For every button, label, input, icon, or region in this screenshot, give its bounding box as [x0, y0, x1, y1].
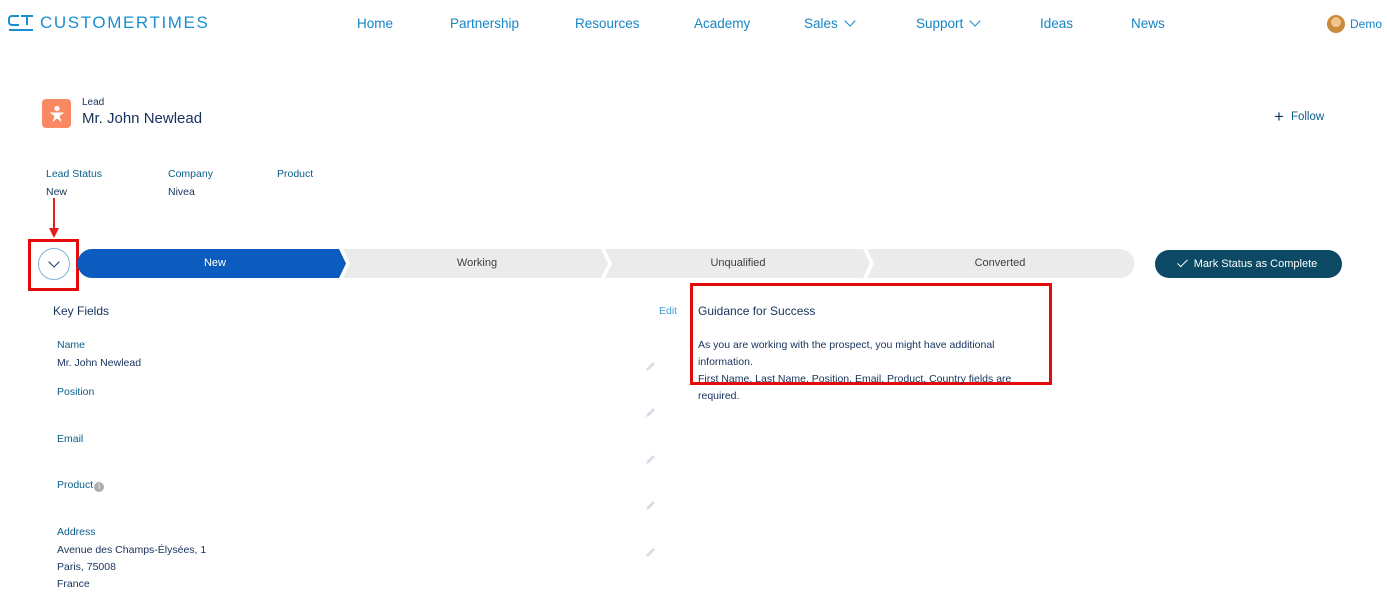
- field-value-name: Mr. John Newlead: [57, 357, 142, 369]
- edit-pencil-icon[interactable]: [645, 453, 657, 465]
- checkmark-icon: [1176, 256, 1188, 268]
- nav-label: Academy: [694, 16, 751, 31]
- nav-ideas[interactable]: Ideas: [1040, 16, 1073, 31]
- edit-pencil-icon[interactable]: [645, 546, 657, 558]
- user-menu[interactable]: Demo: [1327, 15, 1382, 33]
- nav-label: Support: [916, 16, 964, 31]
- stage-label-unqualified[interactable]: Unqualified: [638, 257, 838, 269]
- mark-status-label: Mark Status as Complete: [1193, 258, 1318, 270]
- mark-status-complete-button[interactable]: Mark Status as Complete: [1155, 250, 1342, 278]
- nav-resources[interactable]: Resources: [575, 16, 640, 31]
- follow-label: Follow: [1290, 111, 1325, 123]
- edit-pencil-icon[interactable]: [645, 499, 657, 511]
- highlight-value: Nivea: [168, 186, 195, 198]
- user-name: Demo: [1350, 17, 1383, 31]
- nav-partnership[interactable]: Partnership: [450, 16, 519, 31]
- lead-person-star-icon: [49, 105, 64, 122]
- highlight-label: Lead Status: [46, 168, 103, 180]
- address-line: France: [57, 578, 90, 590]
- chevron-down-icon: [48, 256, 60, 268]
- nav-label: Sales: [804, 16, 838, 31]
- record-type: Lead: [82, 97, 105, 108]
- field-label-position: Position: [57, 386, 95, 398]
- chevron-down-icon: [969, 15, 981, 27]
- field-label-email: Email: [57, 433, 84, 445]
- highlight-company: Company Nivea: [168, 168, 213, 198]
- edit-pencil-icon[interactable]: [645, 406, 657, 418]
- address-line: Paris, 75008: [57, 561, 116, 573]
- chevron-down-icon: [844, 15, 856, 27]
- stage-label-converted[interactable]: Converted: [900, 257, 1100, 269]
- nav-label: News: [1131, 16, 1165, 31]
- highlight-label: Company: [168, 168, 213, 180]
- nav-label: Partnership: [450, 16, 520, 31]
- top-navigation-bar: CUSTOMERTIMES Home Partnership Resources…: [0, 0, 1387, 48]
- record-title: Mr. John Newlead: [82, 110, 203, 127]
- nav-label: Ideas: [1040, 16, 1074, 31]
- field-label-product: Product i: [57, 479, 105, 492]
- avatar: [1327, 15, 1345, 33]
- key-fields-edit-link[interactable]: Edit: [659, 305, 677, 317]
- lead-icon: [42, 99, 71, 128]
- field-label-name: Name: [57, 339, 86, 351]
- guidance-line: As you are working with the prospect, yo…: [698, 339, 995, 368]
- field-label-address: Address: [57, 526, 96, 538]
- nav-home[interactable]: Home: [357, 16, 393, 31]
- brand-name: CUSTOMERTIMES: [40, 13, 210, 32]
- field-label-product-text: Product: [57, 479, 94, 491]
- highlight-value: New: [46, 186, 68, 198]
- field-value-address: Avenue des Champs-Élysées, 1 Paris, 7500…: [57, 542, 206, 593]
- info-icon[interactable]: i: [94, 482, 105, 492]
- plus-icon: +: [1274, 107, 1284, 126]
- edit-pencil-icon[interactable]: [645, 360, 657, 372]
- nav-label: Home: [357, 16, 394, 31]
- follow-button[interactable]: + Follow: [1274, 107, 1325, 126]
- nav-label: Resources: [575, 16, 640, 31]
- path-expand-toggle[interactable]: [38, 248, 70, 280]
- highlight-lead-status: Lead Status New: [46, 168, 102, 198]
- address-line: Avenue des Champs-Élysées, 1: [57, 544, 207, 556]
- nav-news[interactable]: News: [1131, 16, 1165, 31]
- highlight-product: Product: [277, 168, 313, 186]
- guidance-line: First Name, Last Name, Position, Email, …: [698, 373, 1012, 402]
- annotation-arrow-head: [49, 228, 59, 238]
- nav-support[interactable]: Support: [916, 15, 981, 31]
- guidance-title: Guidance for Success: [698, 304, 816, 318]
- stage-label-working[interactable]: Working: [377, 257, 577, 269]
- customertimes-logo[interactable]: CUSTOMERTIMES: [8, 13, 209, 33]
- nav-academy[interactable]: Academy: [694, 16, 750, 31]
- key-fields-title: Key Fields: [53, 304, 110, 318]
- stage-label-new[interactable]: New: [115, 257, 315, 269]
- guidance-text: As you are working with the prospect, yo…: [698, 337, 1048, 405]
- ct-logo-icon: [8, 15, 33, 31]
- highlight-label: Product: [277, 168, 314, 180]
- annotation-arrow: [53, 198, 55, 228]
- nav-sales[interactable]: Sales: [804, 15, 856, 31]
